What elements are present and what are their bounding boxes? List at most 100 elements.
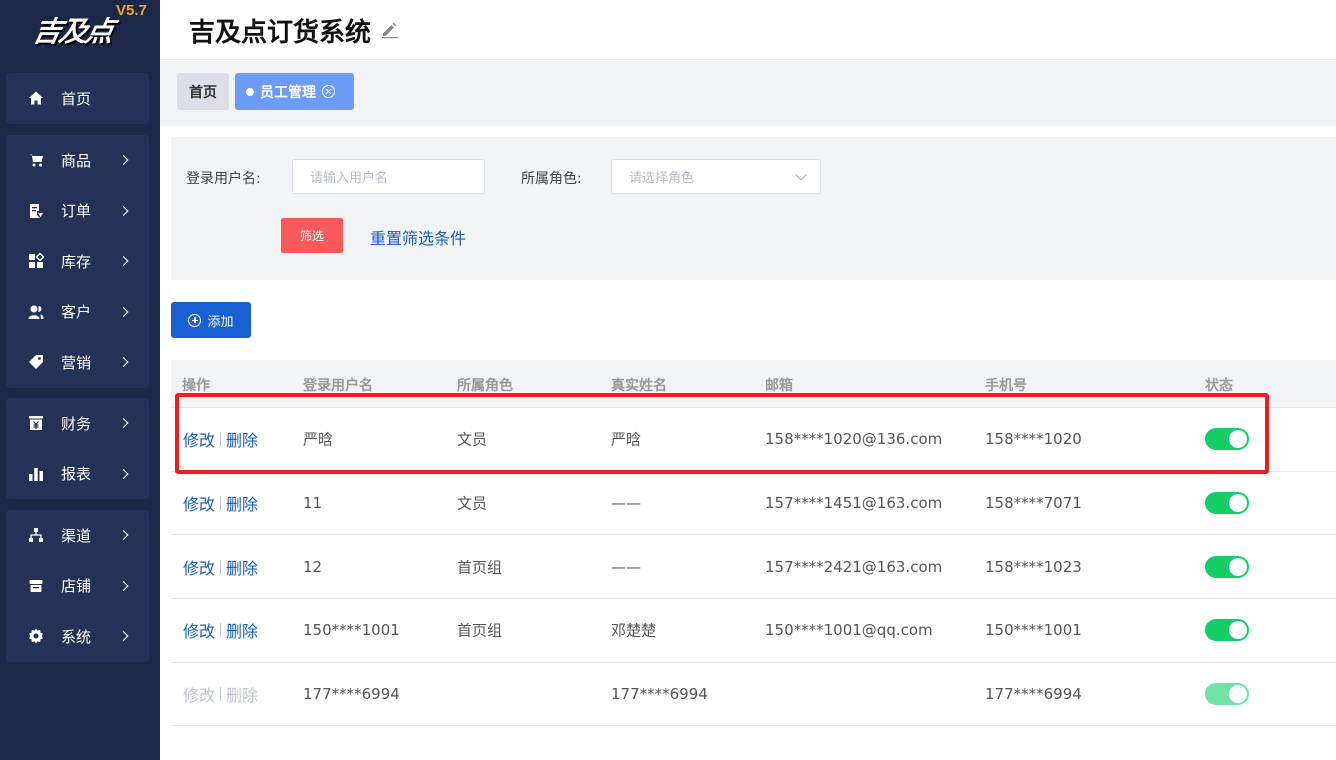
tab-home[interactable]: 首页 (177, 73, 229, 110)
channel-icon (28, 527, 44, 543)
chevron-right-icon (118, 205, 129, 216)
home-icon (28, 90, 44, 106)
th-email: 邮箱 (765, 378, 793, 394)
sidebar: 吉及点 · · · · · · · V5.7 首页 商品 订单 库存 客户 营销 财务 报表渠… (0, 0, 160, 760)
sidebar-item[interactable]: 营销 (6, 337, 149, 388)
tab-label: 员工管理 (260, 84, 316, 101)
status-toggle[interactable] (1205, 555, 1249, 578)
customer-icon (28, 304, 44, 320)
tab-staff-management[interactable]: 员工管理 (235, 73, 354, 110)
table-row: 修改 删除 12 首页组 —— 157****2421@163.com 158****102… (171, 535, 1336, 600)
cell-email: 158****1020@136.com (765, 430, 943, 449)
filter-button[interactable]: 筛选 (281, 218, 343, 253)
sidebar-item-label: 库存 (61, 252, 92, 271)
logo-dots: · · · · · · · (42, 44, 106, 51)
reset-filter-link[interactable]: 重置筛选条件 (370, 225, 466, 249)
delete-link[interactable]: 删除 (226, 491, 258, 515)
active-dot-icon (246, 87, 254, 96)
chart-icon (28, 466, 44, 482)
username-input[interactable]: 请输入用户名 (292, 159, 485, 194)
cell-phone: 150****1001 (985, 621, 1082, 640)
status-toggle[interactable] (1205, 619, 1249, 642)
sidebar-item[interactable]: 客户 (6, 287, 149, 338)
sidebar-group: 渠道 店铺 系统 (6, 510, 149, 662)
th-phone: 手机号 (985, 378, 1027, 394)
close-circle-icon[interactable] (322, 85, 335, 98)
add-button[interactable]: 添加 (171, 302, 251, 338)
cell-real-name: 严晗 (611, 430, 642, 449)
divider (220, 623, 222, 638)
divider (220, 496, 222, 511)
sidebar-item-label: 首页 (61, 89, 92, 108)
th-username: 登录用户名 (303, 378, 373, 394)
inventory-icon (28, 253, 44, 269)
version-badge: V5.7 (116, 2, 147, 19)
divider (220, 432, 222, 447)
sidebar-item[interactable]: 财务 (6, 398, 149, 449)
delete-link[interactable]: 删除 (226, 682, 258, 706)
plus-circle-icon (188, 313, 202, 327)
th-real-name: 真实姓名 (611, 378, 667, 394)
chevron-right-icon (118, 580, 129, 591)
edit-link[interactable]: 修改 (183, 555, 215, 579)
sidebar-item-label: 客户 (61, 303, 92, 322)
chevron-right-icon (118, 468, 129, 479)
filter-panel: 登录用户名: 请输入用户名 所属角色: 请选择角色 筛选 重置筛选条件 (171, 137, 1336, 280)
row-actions: 修改 删除 (183, 427, 258, 451)
username-label: 登录用户名: (186, 171, 261, 187)
sidebar-item[interactable]: 店铺 (6, 561, 149, 612)
role-select[interactable]: 请选择角色 (611, 159, 821, 194)
delete-link[interactable]: 删除 (226, 427, 258, 451)
sidebar-group: 商品订单库存客户营销 (6, 135, 149, 388)
cell-role: 首页组 (457, 621, 503, 640)
sidebar-item-label: 营销 (61, 353, 92, 372)
divider (220, 559, 222, 574)
sidebar-group: 财务 报表 (6, 398, 149, 499)
sidebar-item[interactable]: 系统 (6, 611, 149, 662)
edit-link[interactable]: 修改 (183, 427, 215, 451)
sidebar-item[interactable]: 报表 (6, 449, 149, 500)
cell-role: 首页组 (457, 558, 503, 577)
edit-link[interactable]: 修改 (183, 491, 215, 515)
status-toggle[interactable] (1205, 492, 1249, 515)
status-toggle[interactable] (1205, 428, 1249, 451)
order-icon (28, 203, 44, 219)
sidebar-item[interactable]: 库存 (6, 236, 149, 287)
cell-real-name: 177****6994 (611, 685, 708, 704)
cell-role: 文员 (457, 494, 488, 513)
cell-role: 文员 (457, 430, 488, 449)
cell-real-name: 邓楚楚 (611, 621, 657, 640)
sidebar-item-label: 订单 (61, 202, 92, 221)
edit-link[interactable]: 修改 (183, 682, 215, 706)
tab-bar: 首页 员工管理 (160, 61, 1336, 126)
chevron-right-icon (118, 418, 129, 429)
sidebar-item-label: 渠道 (61, 526, 92, 545)
edit-link[interactable]: 修改 (183, 618, 215, 642)
chevron-right-icon (118, 631, 129, 642)
th-actions: 操作 (182, 378, 210, 394)
th-status: 状态 (1205, 378, 1233, 394)
cell-phone: 158****1020 (985, 430, 1082, 449)
delete-link[interactable]: 删除 (226, 555, 258, 579)
sidebar-item[interactable]: 首页 (6, 73, 149, 124)
chevron-right-icon (118, 530, 129, 541)
sidebar-group: 首页 (6, 73, 149, 124)
cell-email: 157****1451@163.com (765, 494, 943, 513)
app-title: 吉及点订货系统 (189, 18, 372, 48)
sidebar-item-label: 商品 (61, 151, 92, 170)
role-label: 所属角色: (521, 171, 582, 187)
pencil-icon[interactable] (380, 19, 400, 39)
cell-username: 严晗 (303, 430, 334, 449)
sidebar-item[interactable]: 商品 (6, 135, 149, 186)
status-toggle[interactable] (1205, 683, 1249, 706)
add-button-label: 添加 (207, 314, 234, 330)
sidebar-item[interactable]: 订单 (6, 186, 149, 237)
sidebar-item[interactable]: 渠道 (6, 510, 149, 561)
chevron-right-icon (118, 357, 129, 368)
staff-table: 操作 登录用户名 所属角色 真实姓名 邮箱 手机号 状态 修改 删除 严晗 文员 严晗 1… (171, 360, 1336, 727)
cell-real-name: —— (611, 494, 641, 513)
table-header: 操作 登录用户名 所属角色 真实姓名 邮箱 手机号 状态 (171, 360, 1336, 408)
chevron-down-icon (795, 169, 807, 181)
chevron-right-icon (118, 306, 129, 317)
delete-link[interactable]: 删除 (226, 618, 258, 642)
